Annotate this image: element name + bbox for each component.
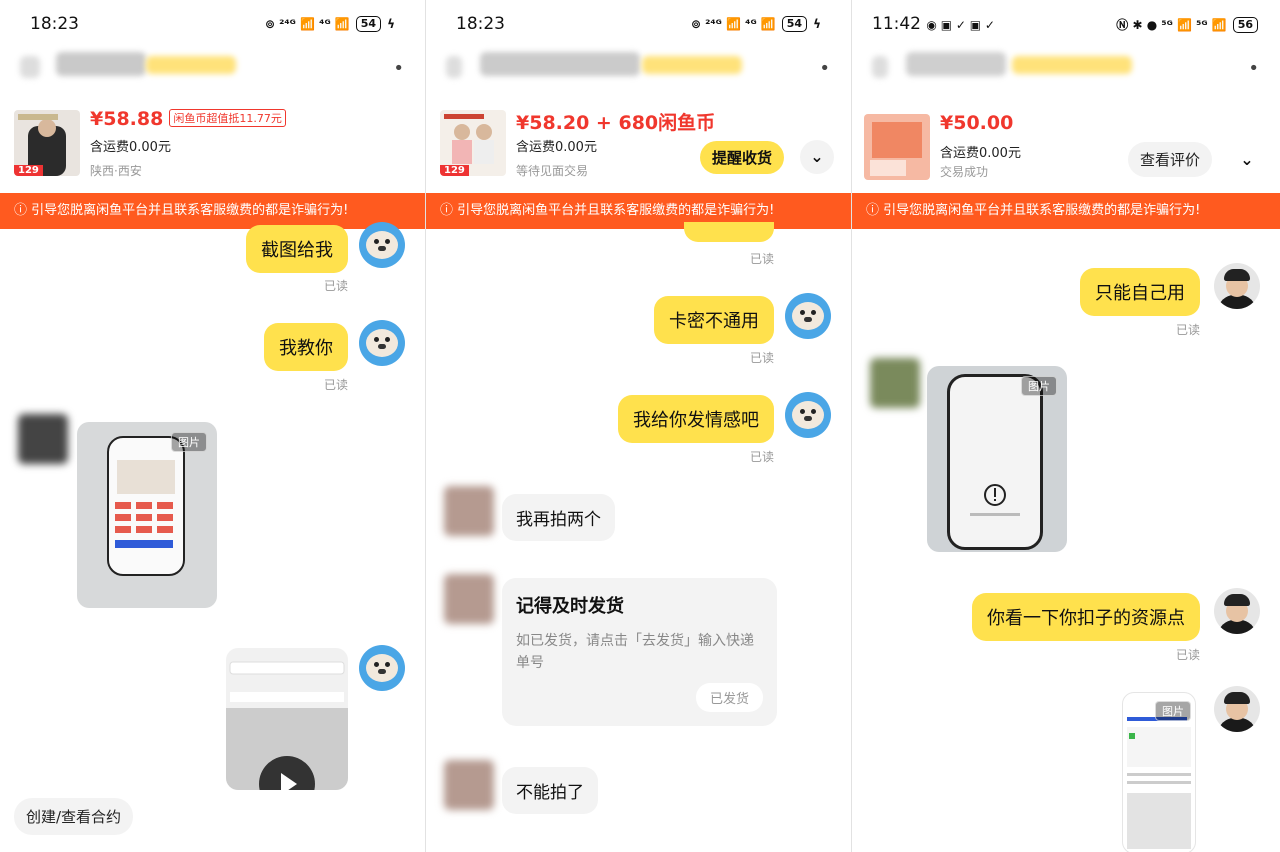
price-value: ¥58.88 <box>90 108 164 130</box>
phone-screenshot <box>947 374 1043 550</box>
contact-avatar-blurred[interactable] <box>444 760 494 810</box>
signal-icons: ⊚ ²⁴ᴳ 📶 ⁴ᴳ 📶 <box>690 17 776 31</box>
message-bubble-partial[interactable] <box>684 222 774 242</box>
message-bubble[interactable]: 只能自己用 <box>1080 268 1200 316</box>
read-receipt: 已读 <box>749 351 774 365</box>
product-location: 陕西·西安 <box>90 164 142 178</box>
read-receipt: 已读 <box>749 252 774 266</box>
message-bubble[interactable]: 你看一下你扣子的资源点 <box>972 593 1200 641</box>
product-price: ¥50.00 <box>940 112 1014 134</box>
chevron-down-icon[interactable]: ⌄ <box>1230 143 1264 177</box>
contact-name-blurred[interactable] <box>446 50 742 80</box>
contract-button[interactable]: 创建/查看合约 <box>14 798 134 835</box>
seal-avatar[interactable] <box>785 293 831 339</box>
card-title: 记得及时发货 <box>516 596 624 617</box>
seal-avatar[interactable] <box>359 645 405 691</box>
shipping-fee: 含运费0.00元 <box>516 140 597 155</box>
read-receipt: 已读 <box>1175 323 1200 337</box>
seal-avatar[interactable] <box>359 320 405 366</box>
product-price: ¥58.20 + 680闲鱼币 <box>516 112 716 134</box>
time-text: 11:42 <box>872 14 921 34</box>
contact-avatar-blurred[interactable] <box>870 358 920 408</box>
user-avatar[interactable] <box>1214 686 1260 732</box>
status-time: 11:42 ◉ ▣ ✓ ▣ ✓ <box>872 14 995 34</box>
link-screenshot-message[interactable] <box>226 648 348 790</box>
image-tag: 图片 <box>1155 701 1191 721</box>
read-receipt: 已读 <box>1175 648 1200 662</box>
chevron-down-icon[interactable]: ⌄ <box>800 140 834 174</box>
signal-icons: Ⓝ ✱ ● ⁵ᴳ 📶 ⁵ᴳ 📶 <box>1116 18 1227 32</box>
image-message[interactable]: 图片 <box>927 366 1067 552</box>
message-bubble[interactable]: 截图给我 <box>246 225 348 273</box>
product-image <box>864 114 930 180</box>
fraud-warning-banner: ⓘ 引导您脱离闲鱼平台并且联系客服缴费的都是诈骗行为! <box>0 193 425 229</box>
message-bubble[interactable]: 我教你 <box>264 323 348 371</box>
shipping-fee: 含运费0.00元 <box>90 140 171 155</box>
shipped-button[interactable]: 已发货 <box>695 683 763 712</box>
contact-name-blurred[interactable] <box>872 50 1142 80</box>
reminder-card[interactable]: 记得及时发货 如已发货，请点击「去发货」输入快递单号 已发货 <box>502 578 777 726</box>
seal-avatar[interactable] <box>359 222 405 268</box>
phone-screenshot <box>107 436 185 576</box>
product-thumbnail[interactable]: 129 <box>14 110 80 176</box>
more-icon[interactable]: • <box>1248 58 1260 79</box>
status-time: 18:23 <box>456 14 505 34</box>
notification-icons: ◉ ▣ ✓ ▣ ✓ <box>926 18 995 32</box>
product-badge: 129 <box>14 165 43 176</box>
incoming-message[interactable]: 不能拍了 <box>502 767 598 814</box>
user-avatar[interactable] <box>1214 588 1260 634</box>
image-tag: 图片 <box>1021 376 1057 396</box>
contact-name-blurred[interactable] <box>20 50 290 80</box>
fraud-warning-banner: ⓘ 引导您脱离闲鱼平台并且联系客服缴费的都是诈骗行为! <box>852 193 1280 229</box>
contact-avatar-blurred[interactable] <box>18 414 68 464</box>
status-icons: ⊚ ²⁴ᴳ 📶 ⁴ᴳ 📶 54 ϟ <box>265 16 395 32</box>
seal-avatar[interactable] <box>785 392 831 438</box>
screenshot-content <box>970 484 1020 516</box>
card-body: 如已发货，请点击「去发货」输入快递单号 <box>516 633 754 671</box>
incoming-message[interactable]: 我再拍两个 <box>502 494 615 541</box>
order-status: 等待见面交易 <box>516 164 589 178</box>
signal-icons: ⊚ ²⁴ᴳ 📶 ⁴ᴳ 📶 <box>264 17 350 31</box>
screenshot-content <box>115 460 175 548</box>
message-bubble[interactable]: 卡密不通用 <box>654 296 774 344</box>
chat-panel-3: 11:42 ◉ ▣ ✓ ▣ ✓ Ⓝ ✱ ● ⁵ᴳ 📶 ⁵ᴳ 📶 56 • ¥50… <box>852 0 1280 852</box>
contact-avatar-blurred[interactable] <box>444 574 494 624</box>
document-screenshot-message[interactable]: 图片 <box>1122 692 1196 852</box>
message-bubble[interactable]: 我给你发情感吧 <box>618 395 774 443</box>
remind-receipt-button[interactable]: 提醒收货 <box>700 141 785 174</box>
chat-panel-2: 18:23 ⊚ ²⁴ᴳ 📶 ⁴ᴳ 📶 54 ϟ • 129 ¥58.20 + 6… <box>426 0 851 852</box>
view-review-button[interactable]: 查看评价 <box>1128 142 1213 177</box>
image-message[interactable]: 图片 <box>77 422 217 608</box>
more-icon[interactable]: • <box>393 58 405 79</box>
status-icons: Ⓝ ✱ ● ⁵ᴳ 📶 ⁵ᴳ 📶 56 <box>1116 16 1258 33</box>
price-tag: 闲鱼币超值抵11.77元 <box>169 109 286 127</box>
product-badge: 129 <box>440 165 469 176</box>
read-receipt: 已读 <box>323 279 348 293</box>
more-icon[interactable]: • <box>819 58 831 79</box>
chat-panel-1: 18:23 ⊚ ²⁴ᴳ 📶 ⁴ᴳ 📶 54 ϟ • 129 ¥58.88 闲鱼币超… <box>0 0 425 852</box>
product-price: ¥58.88 闲鱼币超值抵11.77元 <box>90 108 286 130</box>
read-receipt: 已读 <box>323 378 348 392</box>
order-status: 交易成功 <box>940 165 989 179</box>
status-time: 18:23 <box>30 14 79 34</box>
charging-icon: ϟ <box>387 17 395 31</box>
read-receipt: 已读 <box>749 450 774 464</box>
product-thumbnail[interactable]: 129 <box>440 110 506 176</box>
charging-icon: ϟ <box>813 17 821 31</box>
status-icons: ⊚ ²⁴ᴳ 📶 ⁴ᴳ 📶 54 ϟ <box>691 16 821 32</box>
battery-icon: 54 <box>781 16 808 32</box>
battery-icon: 54 <box>355 16 382 32</box>
user-avatar[interactable] <box>1214 263 1260 309</box>
shipping-fee: 含运费0.00元 <box>940 146 1021 161</box>
contact-avatar-blurred[interactable] <box>444 486 494 536</box>
battery-icon: 56 <box>1232 16 1258 33</box>
image-tag: 图片 <box>171 432 207 452</box>
fraud-warning-banner: ⓘ 引导您脱离闲鱼平台并且联系客服缴费的都是诈骗行为! <box>426 193 851 229</box>
product-thumbnail[interactable] <box>864 114 930 180</box>
